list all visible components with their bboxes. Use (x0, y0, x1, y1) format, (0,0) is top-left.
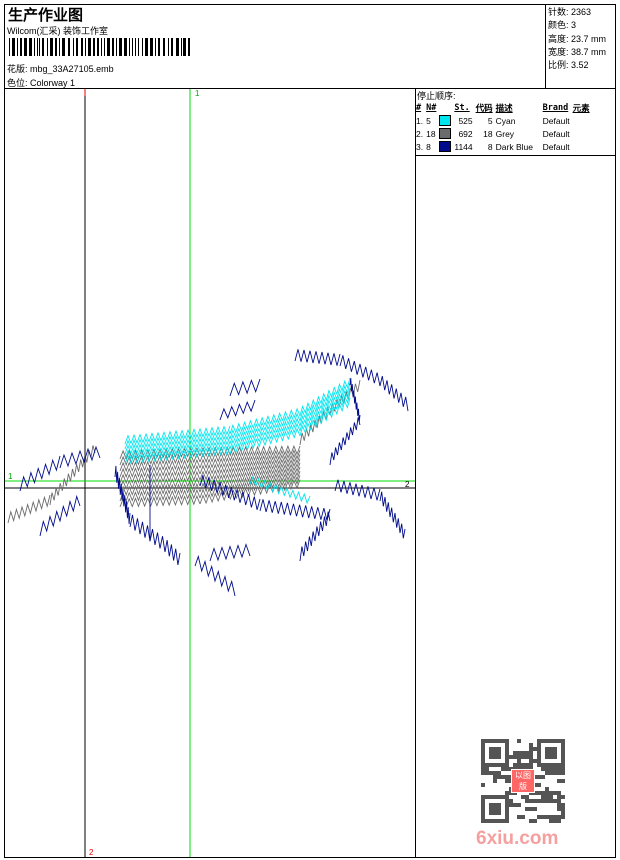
watermark-stamp: 以图版 (511, 769, 535, 793)
design-canvas (5, 89, 415, 857)
guide-label-h-left: 1 (8, 472, 13, 481)
watermark-site: 6xiu.com (476, 828, 559, 849)
qr-code: 以图版 (481, 739, 565, 823)
horse-embroidery (7, 349, 409, 597)
guide-label-h-right: 2 (405, 480, 410, 489)
guide-label-v-top: 1 (195, 89, 200, 98)
guide-label-v-bottom: 2 (89, 848, 94, 857)
